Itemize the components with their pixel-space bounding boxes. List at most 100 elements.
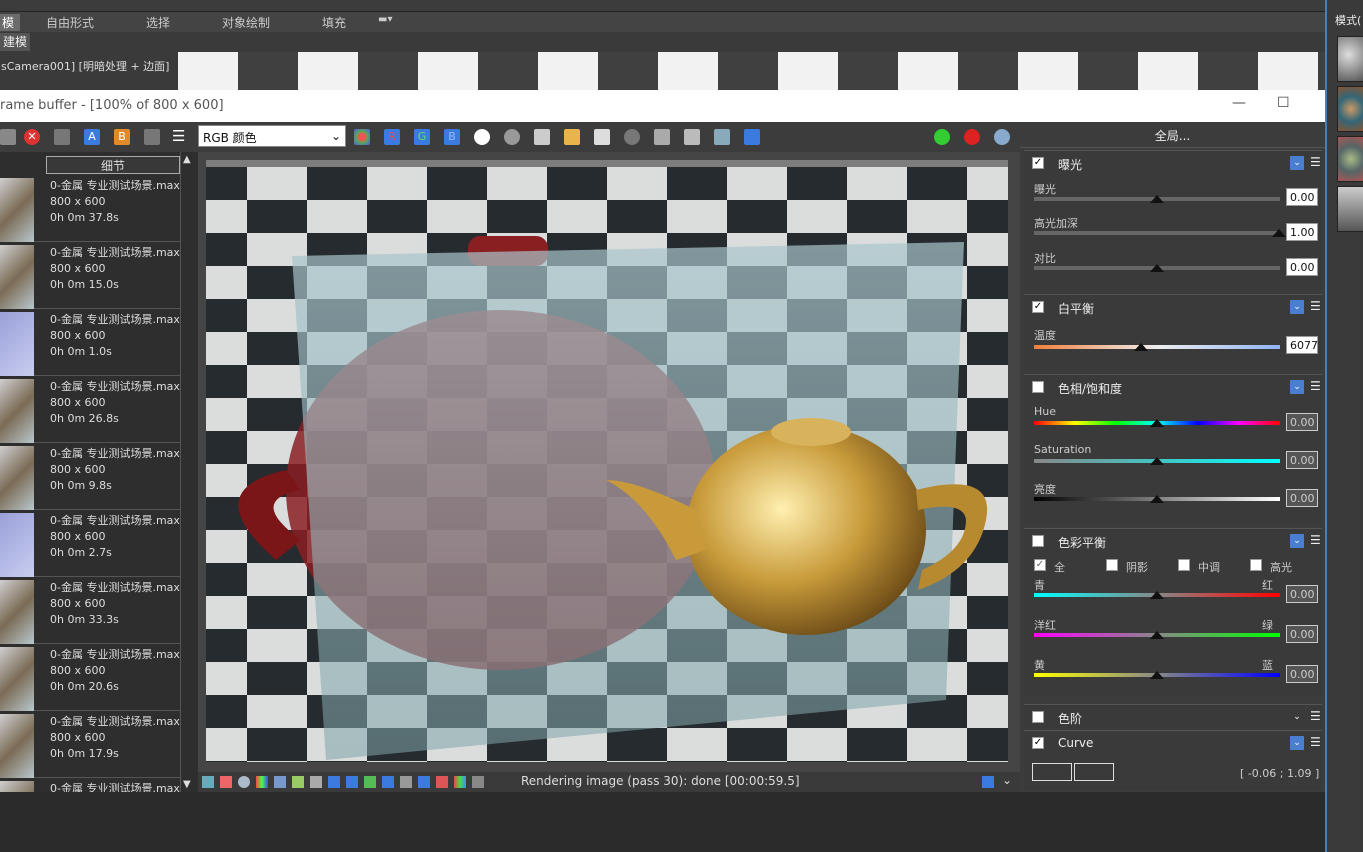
- yellow-blue-value[interactable]: 0.00: [1286, 665, 1318, 683]
- channel-select[interactable]: RGB 颜色 ⌄: [198, 125, 346, 147]
- menu-icon[interactable]: ☰: [1310, 709, 1321, 723]
- ab-b-button[interactable]: B: [114, 129, 130, 145]
- collapse-icon[interactable]: ⌄: [1002, 773, 1012, 787]
- ribbon-options-icon[interactable]: ▬▾: [378, 14, 392, 25]
- history-item[interactable]: 0-金属 专业测试场景.max 800 x 600 0h 0m 2.7s: [0, 511, 180, 577]
- ribbon-tab-freeform[interactable]: 自由形式: [46, 14, 94, 31]
- contrast-value[interactable]: 0.00: [1286, 258, 1318, 276]
- scroll-down-icon[interactable]: ▼: [183, 779, 191, 790]
- ribbon-tab-object-paint[interactable]: 对象绘制: [222, 14, 270, 31]
- curve-button-2[interactable]: [1074, 763, 1114, 781]
- history-item[interactable]: 0-金属 专业测试场景.max: [0, 779, 180, 792]
- red-channel-toggle[interactable]: R: [384, 129, 400, 145]
- history-scrollbar[interactable]: ▲ ▼: [180, 152, 198, 792]
- ab-a-button[interactable]: A: [84, 129, 100, 145]
- history-item[interactable]: 0-金属 专业测试场景.max 800 x 600 0h 0m 33.3s: [0, 578, 180, 644]
- clear-icon[interactable]: ✕: [24, 129, 40, 145]
- ocio-icon[interactable]: [238, 776, 250, 788]
- lightness-slider[interactable]: [1034, 495, 1280, 503]
- hue-slider[interactable]: [1034, 419, 1280, 427]
- ribbon-tab-populate[interactable]: 填充: [322, 14, 346, 31]
- exposure-checkbox[interactable]: ✓: [1032, 157, 1044, 169]
- wipe-icon[interactable]: [144, 129, 160, 145]
- contrast-slider[interactable]: [1034, 264, 1280, 272]
- color-balance-checkbox[interactable]: [1032, 535, 1044, 547]
- minimize-button[interactable]: —: [1232, 95, 1246, 111]
- fit-icon[interactable]: [982, 776, 994, 788]
- viewport-label[interactable]: sCamera001] [明暗处理 + 边面]: [0, 52, 178, 90]
- cc-global-menu[interactable]: 全局...: [1020, 122, 1325, 148]
- saturation-slider[interactable]: [1034, 457, 1280, 465]
- test-icon[interactable]: [454, 776, 466, 788]
- history-item[interactable]: 0-金属 专业测试场景.max 800 x 600 0h 0m 9.8s: [0, 444, 180, 510]
- stamp-icon[interactable]: [382, 776, 394, 788]
- compare-icon[interactable]: [54, 129, 70, 145]
- scroll-up-icon[interactable]: ▲: [183, 154, 191, 165]
- curve-icon[interactable]: [328, 776, 340, 788]
- material-slot[interactable]: [1337, 136, 1363, 182]
- ribbon-tab-selection[interactable]: 选择: [146, 14, 170, 31]
- menu-icon[interactable]: ☰: [1310, 379, 1321, 393]
- material-slot[interactable]: [1337, 86, 1363, 132]
- green-channel-toggle[interactable]: G: [414, 129, 430, 145]
- menu-icon[interactable]: ☰: [1310, 299, 1321, 313]
- history-item[interactable]: 0-金属 专业测试场景.max 800 x 600 0h 0m 26.8s: [0, 377, 180, 443]
- rendered-image[interactable]: [206, 160, 1008, 762]
- hue-value[interactable]: 0.00: [1286, 413, 1318, 431]
- section-options-icon[interactable]: ⌄: [1290, 710, 1304, 724]
- highlight-slider[interactable]: [1034, 229, 1286, 237]
- history-column-header[interactable]: 细节: [46, 156, 180, 174]
- history-icon[interactable]: [0, 129, 16, 145]
- ribbon-subtab-modeling[interactable]: 建模: [0, 33, 31, 51]
- curve-checkbox[interactable]: ✓: [1032, 737, 1044, 749]
- history-item[interactable]: 0-金属 专业测试场景.max 800 x 600 0h 0m 15.0s: [0, 243, 180, 309]
- section-options-icon[interactable]: ⌄: [1290, 736, 1304, 750]
- blue-channel-toggle[interactable]: B: [444, 129, 460, 145]
- mono-icon[interactable]: [504, 129, 520, 145]
- shadows-checkbox[interactable]: [1106, 559, 1118, 571]
- display-icon[interactable]: [400, 776, 412, 788]
- lens-effects-icon[interactable]: [744, 129, 760, 145]
- color-icon[interactable]: [256, 776, 268, 788]
- history-item[interactable]: 0-金属 专业测试场景.max 800 x 600 0h 0m 17.9s: [0, 712, 180, 778]
- alpha-icon[interactable]: [474, 129, 490, 145]
- menu-icon[interactable]: ☰: [1310, 533, 1321, 547]
- all-checkbox[interactable]: ✓: [1034, 559, 1046, 571]
- render-teapot-icon[interactable]: [994, 129, 1010, 145]
- history-item[interactable]: 0-金属 专业测试场景.max 800 x 600 0h 0m 1.0s: [0, 310, 180, 376]
- section-options-icon[interactable]: ⌄: [1290, 534, 1304, 548]
- ribbon-tab-active[interactable]: 模: [0, 14, 21, 31]
- midtones-checkbox[interactable]: [1178, 559, 1190, 571]
- levels-checkbox[interactable]: [1032, 711, 1044, 723]
- exposure-slider[interactable]: [1034, 195, 1280, 203]
- bg-icon[interactable]: [346, 776, 358, 788]
- exposure-value[interactable]: 0.00: [1286, 188, 1318, 206]
- saturation-value[interactable]: 0.00: [1286, 451, 1318, 469]
- menu-icon[interactable]: ☰: [1310, 155, 1321, 169]
- highlight-value[interactable]: 1.00: [1286, 223, 1318, 241]
- follow-mouse-icon[interactable]: [684, 129, 700, 145]
- material-slot[interactable]: [1337, 186, 1363, 232]
- yellow-blue-slider[interactable]: [1034, 671, 1280, 679]
- rgb-channels-icon[interactable]: [354, 129, 370, 145]
- white-balance-checkbox[interactable]: ✓: [1032, 301, 1044, 313]
- cyan-red-value[interactable]: 0.00: [1286, 585, 1318, 603]
- info-icon[interactable]: [418, 776, 430, 788]
- section-options-icon[interactable]: ⌄: [1290, 380, 1304, 394]
- lens-icon[interactable]: [364, 776, 376, 788]
- cyan-red-slider[interactable]: [1034, 591, 1280, 599]
- copy-icon[interactable]: [594, 129, 610, 145]
- lut-icon[interactable]: [220, 776, 232, 788]
- hue-saturation-checkbox[interactable]: [1032, 381, 1044, 393]
- histogram-icon[interactable]: [202, 776, 214, 788]
- section-options-icon[interactable]: ⌄: [1290, 156, 1304, 170]
- hsl-icon[interactable]: [274, 776, 286, 788]
- pixel-icon[interactable]: [472, 776, 484, 788]
- clear-image-icon[interactable]: [624, 129, 640, 145]
- temperature-value[interactable]: 6077: [1286, 336, 1318, 354]
- history-item[interactable]: 0-金属 专业测试场景.max 800 x 600 0h 0m 20.6s: [0, 645, 180, 711]
- save-icon[interactable]: [534, 129, 550, 145]
- menu-icon[interactable]: ☰: [172, 129, 188, 145]
- stop-render-icon[interactable]: [964, 129, 980, 145]
- history-item[interactable]: 0-金属 专业测试场景.max 800 x 600 0h 0m 37.8s: [0, 176, 180, 242]
